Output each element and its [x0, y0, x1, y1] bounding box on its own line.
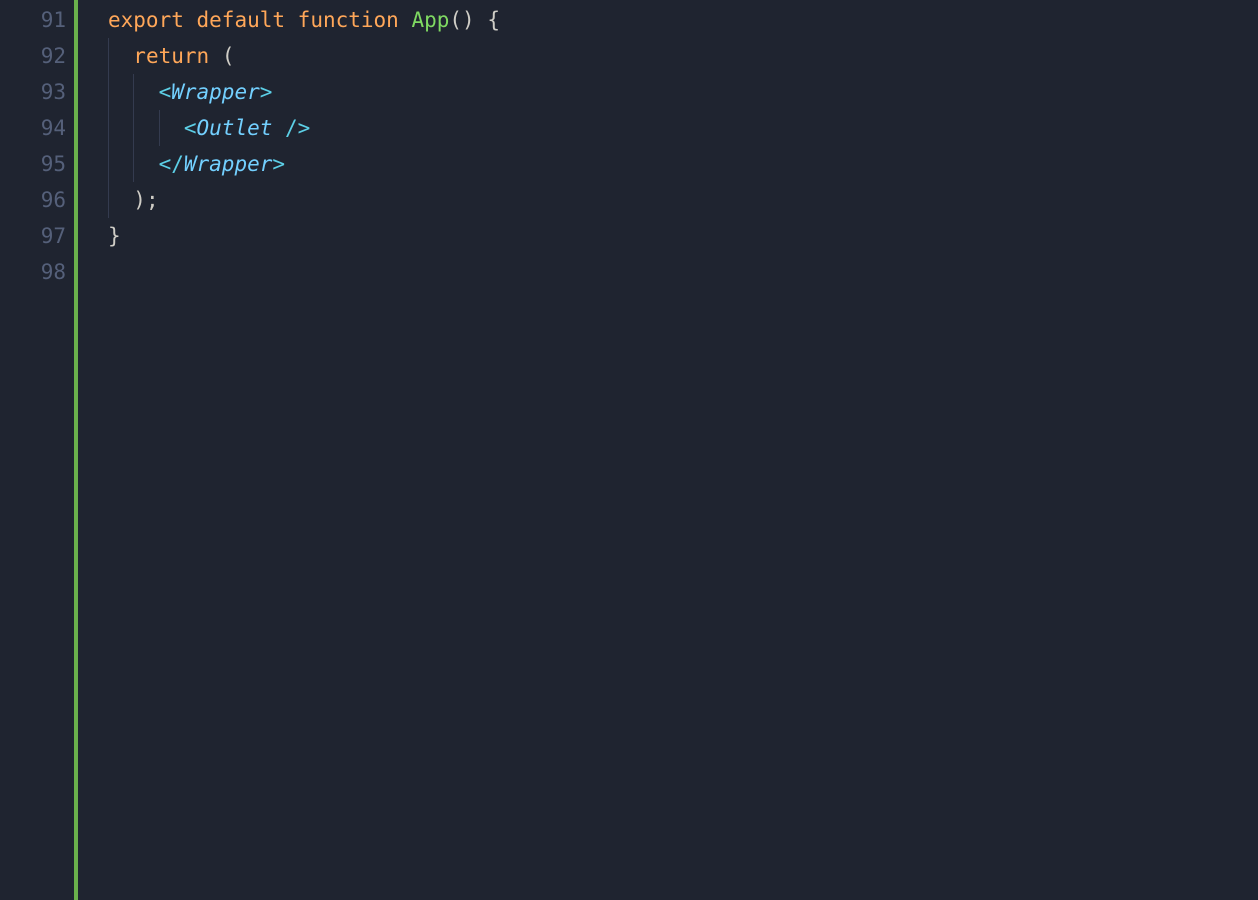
indent-guide: [108, 110, 109, 146]
code-token: }: [108, 224, 121, 248]
code-token: </: [159, 152, 184, 176]
indent-guide: [133, 74, 134, 110]
code-token: (: [222, 44, 235, 68]
code-area[interactable]: export default function App() { return (…: [78, 0, 1258, 900]
code-line[interactable]: }: [78, 218, 1258, 254]
code-line[interactable]: </Wrapper>: [78, 146, 1258, 182]
code-token: Wrapper: [171, 80, 260, 104]
code-token: () {: [449, 8, 500, 32]
code-token: >: [260, 80, 273, 104]
line-number: 93: [0, 74, 74, 110]
code-line[interactable]: );: [78, 182, 1258, 218]
line-number-gutter: 9192939495969798: [0, 0, 74, 900]
code-token: Outlet: [197, 116, 286, 140]
line-number: 94: [0, 110, 74, 146]
code-token: function: [298, 8, 412, 32]
code-token: >: [272, 152, 285, 176]
code-line[interactable]: export default function App() {: [78, 2, 1258, 38]
line-number: 98: [0, 254, 74, 290]
line-number: 96: [0, 182, 74, 218]
line-number: 95: [0, 146, 74, 182]
line-number: 97: [0, 218, 74, 254]
code-token: <: [184, 116, 197, 140]
code-token: default: [197, 8, 298, 32]
indent-guide: [108, 38, 109, 74]
indent-guide: [108, 182, 109, 218]
line-number: 91: [0, 2, 74, 38]
code-line[interactable]: <Wrapper>: [78, 74, 1258, 110]
indent-guide: [133, 110, 134, 146]
indent-guide: [108, 74, 109, 110]
code-line[interactable]: return (: [78, 38, 1258, 74]
code-token: export: [108, 8, 197, 32]
code-token: );: [133, 188, 158, 212]
code-token: return: [133, 44, 222, 68]
code-token: <: [159, 80, 172, 104]
indent-guide: [133, 146, 134, 182]
indent-guide: [108, 146, 109, 182]
indent-guide: [159, 110, 160, 146]
code-editor[interactable]: 9192939495969798 export default function…: [0, 0, 1258, 900]
code-token: Wrapper: [184, 152, 273, 176]
code-line[interactable]: <Outlet />: [78, 110, 1258, 146]
code-token: />: [285, 116, 310, 140]
line-number: 92: [0, 38, 74, 74]
code-token: App: [411, 8, 449, 32]
